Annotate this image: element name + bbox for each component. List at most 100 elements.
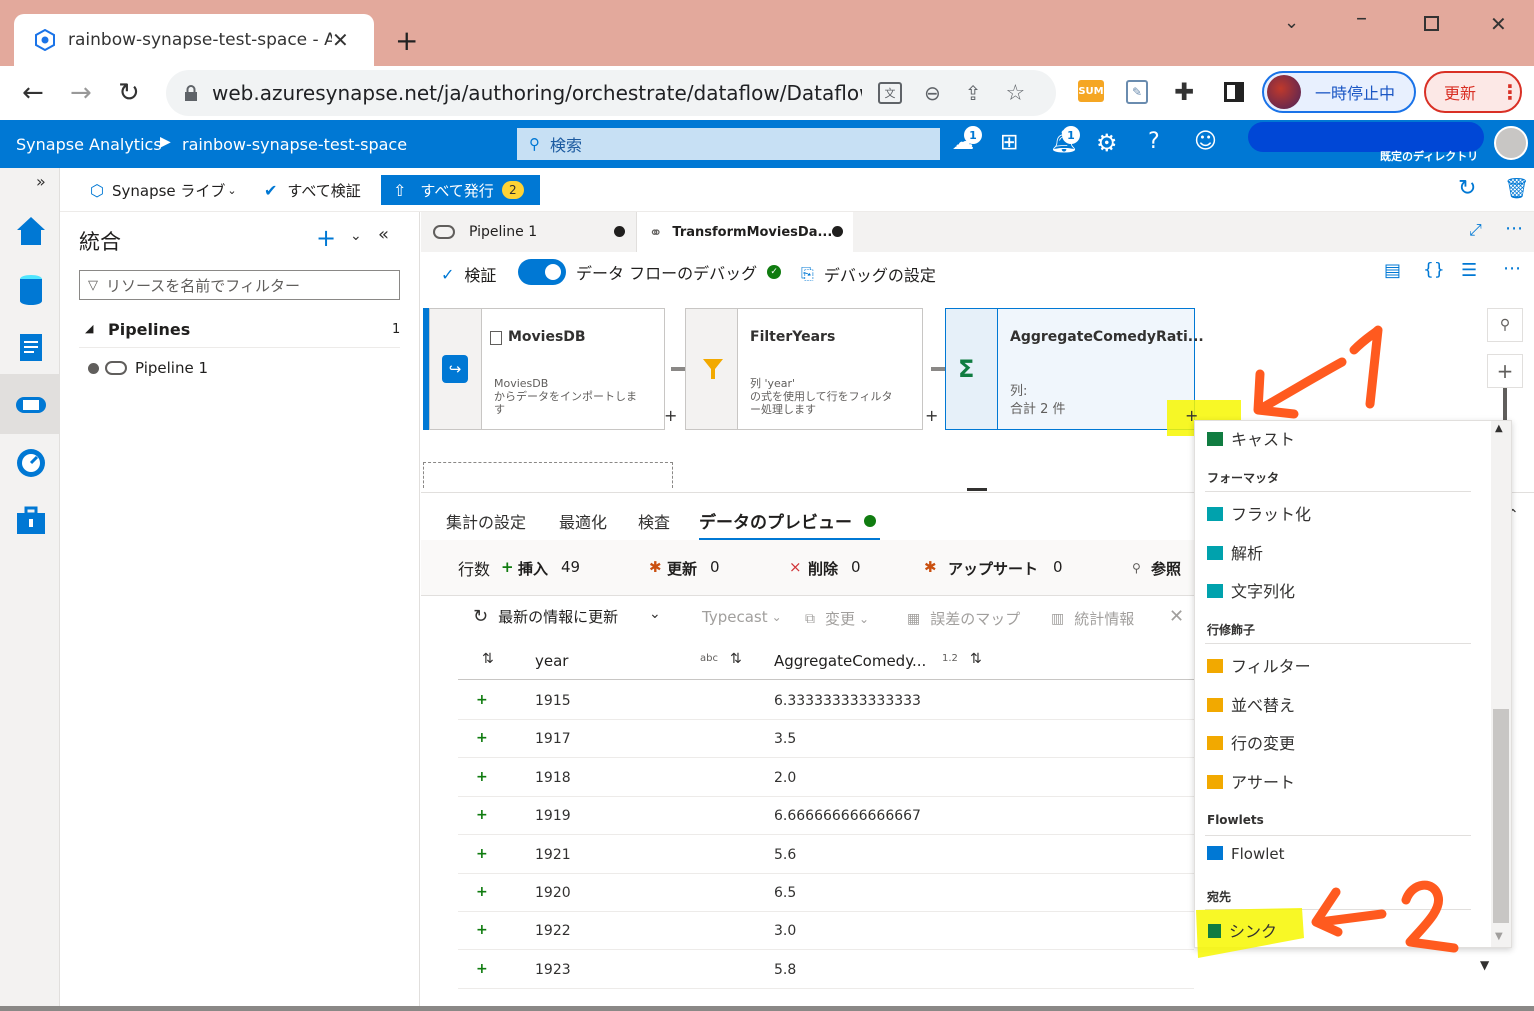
table-row[interactable]: +1918 2.0 [458, 759, 1194, 797]
share-icon[interactable]: ⇪ [965, 81, 982, 105]
more-icon[interactable]: ⋯ [1505, 218, 1523, 239]
global-search-input[interactable]: ⚲ 検索 [517, 128, 940, 160]
data-icon[interactable] [14, 272, 48, 306]
directory-switch-icon[interactable]: ⊞ [1000, 130, 1018, 155]
canvas-splitter[interactable] [967, 488, 987, 491]
extension-2-icon[interactable]: ✎ [1126, 80, 1148, 104]
refresh-preview-button[interactable]: ↻ 最新の情報に更新 [473, 606, 618, 627]
col-header-year[interactable]: year [535, 652, 568, 670]
tab-pipeline-1[interactable]: Pipeline 1 [421, 212, 637, 252]
code-icon[interactable]: {} [1423, 260, 1445, 280]
zoom-in-icon[interactable]: + [1487, 354, 1523, 388]
menu-item-flowlet[interactable]: Flowlet [1207, 845, 1285, 863]
collapse-all-icon[interactable]: ⌄ [350, 228, 362, 244]
col-header-aggregate[interactable]: AggregateComedy... [774, 652, 926, 670]
publish-all-button[interactable]: ⇧ すべて発行 2 [381, 175, 540, 205]
tab-aggregate-settings[interactable]: 集計の設定 [446, 509, 526, 533]
browser-tab[interactable]: rainbow-synapse-test-space - Az ✕ [14, 14, 374, 66]
address-bar[interactable]: web.azuresynapse.net/ja/authoring/orches… [166, 70, 1056, 116]
resource-filter-input[interactable]: ▽ リソースを名前でフィルター [79, 270, 400, 300]
monitor-icon[interactable] [14, 446, 48, 480]
more-icon[interactable]: ⋯ [1503, 258, 1521, 279]
add-transform-plus-1[interactable]: + [664, 406, 677, 425]
star-icon[interactable]: ☆ [1006, 81, 1026, 106]
profile-paused-button[interactable]: 一時停止中 [1262, 71, 1416, 113]
chevron-down-icon[interactable]: ⌄ [1284, 12, 1299, 33]
chat-icon[interactable]: ☺ [1194, 129, 1217, 154]
table-row[interactable]: +1919 6.666666666666667 [458, 797, 1194, 836]
extension-1-icon[interactable]: SUM [1078, 80, 1104, 102]
browser-update-button[interactable]: 更新 ⋮ [1424, 71, 1522, 113]
help-icon[interactable]: ? [1148, 129, 1160, 154]
close-tab-icon[interactable]: ✕ [332, 28, 349, 52]
reload-icon[interactable]: ↻ [118, 78, 140, 108]
forward-icon[interactable]: → [70, 78, 92, 108]
refresh-icon[interactable]: ↻ [1458, 176, 1476, 201]
grid-scroll-down-icon[interactable]: ▼ [1480, 958, 1489, 972]
add-resource-icon[interactable]: + [316, 224, 336, 252]
workspace-name[interactable]: rainbow-synapse-test-space [182, 135, 407, 154]
pipelines-group[interactable]: ◢ Pipelines 1 [79, 314, 400, 348]
menu-item-flatten[interactable]: フラット化 [1207, 501, 1311, 525]
tab-inspect[interactable]: 検査 [638, 509, 670, 533]
discard-icon[interactable]: 🗑︎ [1504, 176, 1529, 200]
canvas-search-icon[interactable]: ⚲ [1487, 308, 1523, 342]
sidepanel-icon[interactable] [1224, 82, 1244, 102]
resource-item-pipeline-1[interactable]: Pipeline 1 [88, 356, 208, 380]
user-avatar[interactable] [1494, 126, 1528, 160]
menu-item-filter[interactable]: フィルター [1207, 653, 1311, 677]
back-icon[interactable]: ← [22, 78, 44, 108]
table-row[interactable]: +1920 6.5 [458, 874, 1194, 912]
table-row[interactable]: +1923 5.8 [458, 951, 1194, 989]
modify-button[interactable]: ⧉ 変更 ⌄ [805, 608, 869, 629]
minimize-icon[interactable]: – [1356, 6, 1367, 31]
scroll-down-icon[interactable]: ▼ [1495, 931, 1503, 942]
tab-data-preview[interactable]: データのプレビュー [699, 503, 880, 541]
manage-icon[interactable] [14, 504, 48, 538]
product-name[interactable]: Synapse Analytics [16, 135, 162, 154]
add-source-placeholder[interactable] [423, 462, 673, 488]
scroll-up-icon[interactable]: ▲ [1495, 423, 1503, 434]
table-row[interactable]: +1917 3.5 [458, 720, 1194, 759]
refresh-dropdown-icon[interactable]: ⌄ [649, 606, 661, 622]
integrate-icon[interactable] [14, 388, 48, 422]
menu-scrollbar-thumb[interactable] [1493, 709, 1509, 923]
table-row[interactable]: +1921 5.6 [458, 836, 1194, 874]
debug-settings-button[interactable]: ⎘ デバッグの設定 [801, 262, 936, 286]
table-row[interactable]: +1915 6.333333333333333 [458, 682, 1194, 720]
error-map-button[interactable]: ▦ 誤差のマップ [907, 608, 1020, 629]
statistics-button[interactable]: ▥ 統計情報 [1051, 608, 1134, 629]
menu-item-assert[interactable]: アサート [1207, 769, 1295, 793]
script-icon[interactable]: ▤ [1384, 260, 1401, 281]
tab-optimize[interactable]: 最適化 [559, 509, 607, 533]
menu-item-sort[interactable]: 並べ替え [1207, 692, 1295, 716]
hide-panel-icon[interactable]: « [378, 224, 389, 245]
debug-toggle[interactable]: データ フローのデバッグ ✓ [518, 259, 782, 285]
remove-icon[interactable]: ✕ [1169, 606, 1184, 627]
home-icon[interactable] [14, 214, 48, 248]
synapse-live-button[interactable]: ⬡ Synapse ライブ ⌄ [90, 180, 237, 201]
sort-icon[interactable]: ⇅ [730, 651, 742, 667]
add-transform-plus-2[interactable]: + [925, 406, 938, 425]
menu-item-parse[interactable]: 解析 [1207, 540, 1263, 564]
node-aggregate[interactable]: Σ AggregateComedyRati... 列: 合計 2 件 [945, 308, 1204, 430]
node-moviesdb[interactable]: ↪ MoviesDB MoviesDB からデータをインポートしま す [429, 308, 665, 430]
validate-button[interactable]: ✓ 検証 [441, 262, 496, 286]
node-filteryears[interactable]: FilterYears 列 'year' の式を使用して行をフィルタ ー処理しま… [685, 308, 923, 430]
expand-rail-icon[interactable]: » [36, 172, 46, 191]
puzzle-icon[interactable]: ✚ [1174, 78, 1194, 106]
menu-item-sink[interactable]: シンク [1208, 918, 1277, 942]
maximize-icon[interactable] [1424, 16, 1439, 31]
settings-gear-icon[interactable]: ⚙ [1096, 129, 1118, 157]
translate-icon[interactable]: 文 [878, 82, 902, 104]
close-window-icon[interactable]: ✕ [1490, 12, 1507, 36]
properties-icon[interactable]: ☰ [1461, 260, 1477, 281]
expand-icon[interactable]: ⤢ [1469, 220, 1482, 240]
develop-icon[interactable] [14, 330, 48, 364]
menu-item-cast[interactable]: キャスト [1207, 426, 1295, 450]
sort-icon[interactable]: ⇅ [482, 651, 494, 667]
typecast-button[interactable]: Typecast ⌄ [702, 608, 782, 626]
validate-all-button[interactable]: ✔ すべて検証 [264, 180, 361, 201]
toggle-switch[interactable] [518, 259, 566, 285]
table-row[interactable]: +1922 3.0 [458, 912, 1194, 951]
